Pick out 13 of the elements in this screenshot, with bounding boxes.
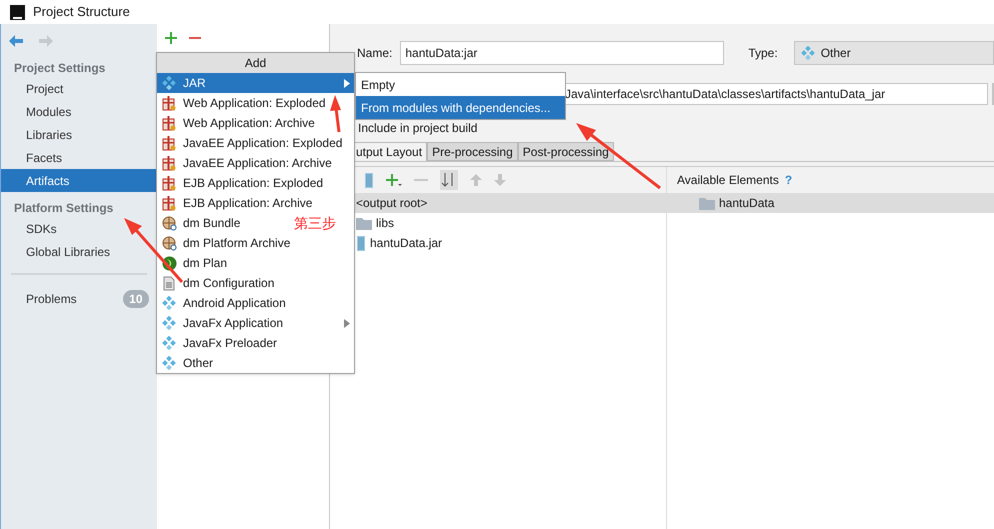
tree-item-label: hantuData xyxy=(719,195,774,212)
section-header: Platform Settings xyxy=(13,200,114,217)
window-title: Project Structure xyxy=(33,3,130,22)
count-badge: 10 xyxy=(123,290,149,308)
panel-title: Available Elements xyxy=(677,172,779,189)
field-label: Type: xyxy=(748,45,778,62)
menu-title: Add xyxy=(157,53,354,73)
tree-item-label: hantuData.jar xyxy=(370,235,442,252)
section-header: Project Settings xyxy=(13,60,106,77)
tree-item-label: libs xyxy=(376,215,394,232)
field-label: Name: xyxy=(357,45,392,62)
annotation-text: 第三步 xyxy=(294,214,336,233)
tree-item-label: <output root> xyxy=(356,195,428,212)
